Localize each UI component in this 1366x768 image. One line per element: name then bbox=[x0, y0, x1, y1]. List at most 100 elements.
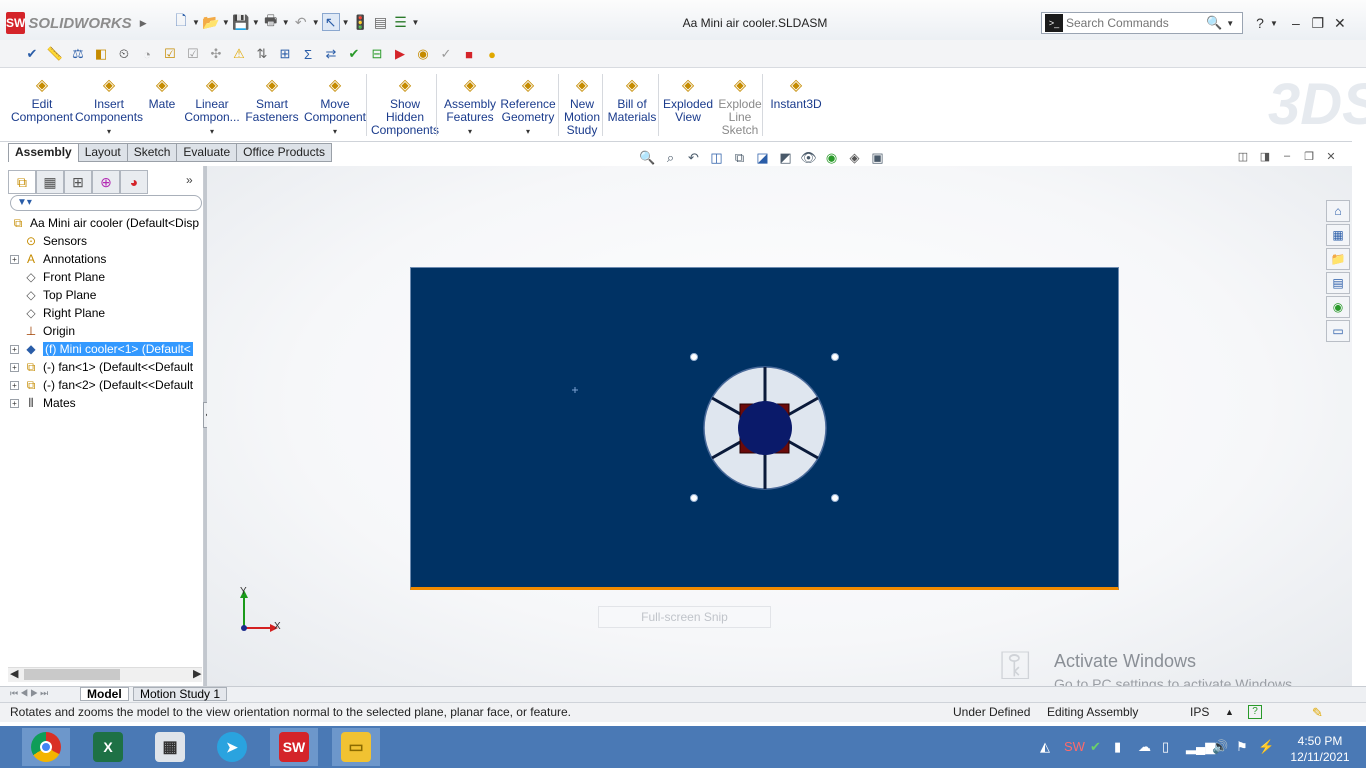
chrome-app[interactable] bbox=[22, 728, 70, 766]
rebuild-status-icon[interactable]: ✎ bbox=[1312, 705, 1323, 721]
performance-icon[interactable]: ⏲ bbox=[114, 44, 134, 64]
signal-icon[interactable]: ▂▄▆ bbox=[1186, 739, 1215, 755]
measure-icon[interactable]: 📏 bbox=[45, 44, 65, 64]
tab-evaluate[interactable]: Evaluate bbox=[177, 143, 238, 162]
units-status[interactable]: IPS bbox=[1190, 705, 1209, 719]
menu-expand-icon[interactable]: ▶ bbox=[140, 18, 147, 29]
move-component-button[interactable]: ◈ Move Component ▾ bbox=[302, 68, 368, 142]
print-dropdown-icon[interactable]: ▼ bbox=[282, 18, 290, 27]
open-dropdown-icon[interactable]: ▼ bbox=[222, 18, 230, 27]
section-properties-icon[interactable]: ◧ bbox=[91, 44, 111, 64]
mate-button[interactable]: ◈ Mate bbox=[142, 68, 182, 142]
scroll-right-icon[interactable]: ▶ bbox=[193, 667, 201, 680]
new-dropdown-icon[interactable]: ▼ bbox=[192, 18, 200, 27]
tab-sketch[interactable]: Sketch bbox=[127, 143, 178, 162]
verify-icon[interactable]: ☑ bbox=[183, 44, 203, 64]
color-icon[interactable]: ■ bbox=[459, 44, 479, 64]
insert-components-button[interactable]: ◈ Insert Components ▾ bbox=[75, 68, 143, 142]
model-geometry[interactable] bbox=[410, 267, 1119, 590]
verify-geometry-icon[interactable]: ✓ bbox=[436, 44, 456, 64]
compare-icon[interactable]: ⊟ bbox=[367, 44, 387, 64]
tab-nav-arrows-icon[interactable]: ⏮◀▶⏭ bbox=[10, 688, 50, 699]
assembly-features-dropdown-icon[interactable]: ▾ bbox=[468, 125, 472, 138]
print-icon[interactable]: 🖶 bbox=[262, 12, 280, 31]
hide-show-items-icon[interactable]: 👁 bbox=[797, 148, 820, 168]
viewport-split-left-icon[interactable]: ◫ bbox=[1232, 150, 1254, 166]
tray-check-icon[interactable]: ✔ bbox=[1090, 739, 1101, 755]
save-dropdown-icon[interactable]: ▼ bbox=[252, 18, 260, 27]
calculator-app[interactable]: ▦ bbox=[146, 728, 194, 766]
edit-component-button[interactable]: ◈ Edit Component bbox=[10, 68, 74, 142]
expand-icon[interactable]: + bbox=[10, 380, 19, 390]
simulation-icon[interactable]: ▶ bbox=[390, 44, 410, 64]
feature-manager-tab[interactable]: ⧉ bbox=[8, 170, 36, 194]
solidworks-app[interactable]: SW bbox=[270, 728, 318, 766]
undo-icon[interactable]: ↶ bbox=[292, 13, 310, 31]
scrollbar-thumb[interactable] bbox=[24, 669, 120, 680]
smart-fasteners-button[interactable]: ◈ Smart Fasteners bbox=[244, 68, 300, 142]
solidworks-resources-tab[interactable]: ⌂ bbox=[1326, 200, 1350, 222]
usb-icon[interactable]: ▯ bbox=[1162, 739, 1169, 755]
scroll-left-icon[interactable]: ◀ bbox=[10, 667, 18, 680]
warning-icon[interactable]: ⚠ bbox=[229, 44, 249, 64]
configuration-manager-tab[interactable]: ⊞ bbox=[64, 170, 92, 194]
viewport-minimize-icon[interactable]: – bbox=[1276, 150, 1298, 166]
move-component-dropdown-icon[interactable]: ▾ bbox=[333, 125, 337, 138]
tree-item[interactable]: ◇ Front Plane bbox=[10, 268, 202, 286]
display-style-icon[interactable]: ◩ bbox=[774, 148, 797, 168]
tab-office-products[interactable]: Office Products bbox=[237, 143, 332, 162]
clearance-icon[interactable]: ⇅ bbox=[252, 44, 272, 64]
insert-components-dropdown-icon[interactable]: ▾ bbox=[107, 125, 111, 138]
tree-filter[interactable]: ▼▾ bbox=[10, 195, 202, 211]
linear-component-dropdown-icon[interactable]: ▾ bbox=[210, 125, 214, 138]
tree-item[interactable]: + ⧉ (-) fan<1> (Default<<Default bbox=[10, 358, 202, 376]
zoom-area-icon[interactable]: ⌕ bbox=[659, 148, 682, 168]
interference-icon[interactable]: ✣ bbox=[206, 44, 226, 64]
linear-component-button[interactable]: ◈ Linear Compon... ▾ bbox=[184, 68, 240, 142]
battery-icon[interactable]: ▮ bbox=[1114, 739, 1121, 755]
exploded-view-button[interactable]: ◈ Exploded View bbox=[662, 68, 714, 142]
panel-expand-icon[interactable]: » bbox=[186, 173, 193, 187]
section-view-icon[interactable]: ◫ bbox=[705, 148, 728, 168]
help-icon[interactable]: ? bbox=[1250, 13, 1270, 33]
search-input[interactable] bbox=[1066, 16, 1206, 30]
flag-icon[interactable]: ⚑ bbox=[1236, 739, 1248, 755]
app-logo[interactable]: SW SOLIDWORKS ▶ bbox=[6, 8, 147, 38]
volume-icon[interactable]: 🔊 bbox=[1212, 739, 1228, 755]
expand-icon[interactable]: + bbox=[10, 344, 19, 354]
tree-item[interactable]: ◇ Top Plane bbox=[10, 286, 202, 304]
tree-item[interactable]: ⊥ Origin bbox=[10, 322, 202, 340]
curvature-icon[interactable]: ✔ bbox=[344, 44, 364, 64]
save-icon[interactable]: 💾 bbox=[232, 13, 250, 31]
tab-assembly[interactable]: Assembly bbox=[8, 143, 79, 162]
bill-of-materials-button[interactable]: ◈ Bill of Materials bbox=[604, 68, 660, 142]
new-motion-study-button[interactable]: ◈ New Motion Study bbox=[560, 68, 604, 142]
file-properties-icon[interactable]: ▤ bbox=[372, 13, 390, 31]
open-icon[interactable]: 📂 bbox=[202, 13, 220, 31]
expand-icon[interactable]: + bbox=[10, 254, 19, 264]
excel-app[interactable]: X bbox=[84, 728, 132, 766]
select-icon[interactable]: ↖ bbox=[321, 13, 340, 31]
reference-geometry-button[interactable]: ◈ Reference Geometry ▾ bbox=[498, 68, 558, 142]
units-up-icon[interactable]: ▲ bbox=[1225, 707, 1234, 717]
viewport-restore-icon[interactable]: ❐ bbox=[1298, 150, 1320, 166]
help-dropdown-icon[interactable]: ▼ bbox=[1270, 19, 1278, 28]
edit-appearance-icon[interactable]: ◉ bbox=[820, 148, 843, 168]
viewport-split-right-icon[interactable]: ◨ bbox=[1254, 150, 1276, 166]
reference-geometry-dropdown-icon[interactable]: ▾ bbox=[526, 125, 530, 138]
tree-item[interactable]: + A Annotations bbox=[10, 250, 202, 268]
undo-dropdown-icon[interactable]: ▼ bbox=[312, 18, 320, 27]
design-library-tab[interactable]: ▦ bbox=[1326, 224, 1350, 246]
spell-check-icon[interactable]: ✔ bbox=[22, 44, 42, 64]
options-icon[interactable]: ☰ bbox=[392, 13, 410, 31]
tab-model[interactable]: Model bbox=[80, 687, 129, 701]
help-status-icon[interactable]: ? bbox=[1248, 705, 1262, 719]
previous-view-icon[interactable]: ↶ bbox=[682, 148, 705, 168]
summation-icon[interactable]: Σ bbox=[298, 44, 318, 64]
tab-layout[interactable]: Layout bbox=[78, 143, 128, 162]
viewport-close-icon[interactable]: ✕ bbox=[1320, 150, 1342, 166]
taskbar-clock[interactable]: 4:50 PM 12/11/2021 bbox=[1288, 733, 1352, 765]
explorer-app[interactable]: ▭ bbox=[332, 728, 380, 766]
new-document-icon[interactable]: 🗋 bbox=[172, 12, 190, 31]
solidworks-tray-icon[interactable]: SW bbox=[1064, 739, 1085, 754]
